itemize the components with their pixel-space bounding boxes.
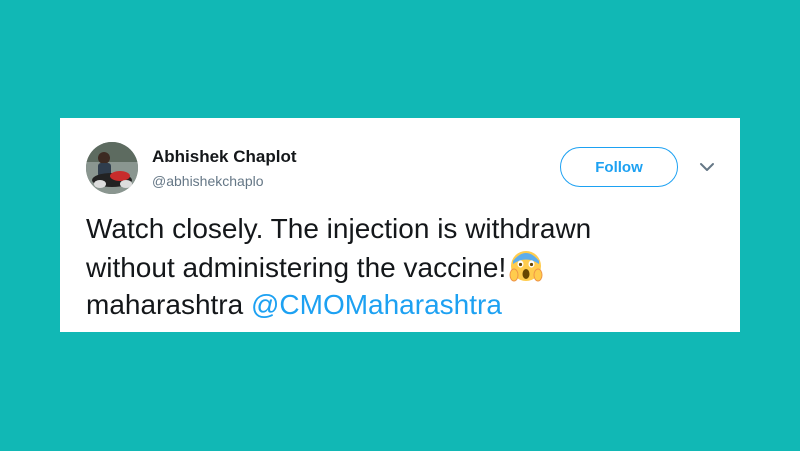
screaming-face-icon [509,251,543,282]
tweet-text-line-2-text: without administering the vaccine! [86,252,507,283]
tweet-text-line-3: maharashtra @CMOMaharashtra [86,286,716,323]
chevron-down-icon[interactable] [698,158,716,176]
avatar[interactable] [86,142,138,194]
tweet-text-line-2: without administering the vaccine! [86,247,716,286]
avatar-image [86,142,138,194]
mention-link[interactable]: @CMOMaharashtra [251,289,502,320]
tweet-text-line-3-prefix: maharashtra [86,289,244,320]
follow-button[interactable]: Follow [560,147,678,187]
tweet-text: Watch closely. The injection is withdraw… [86,210,716,323]
user-handle[interactable]: @abhishekchaplo [152,173,264,189]
tweet-card: Abhishek Chaplot @abhishekchaplo Follow … [60,118,740,332]
tweet-text-line-1: Watch closely. The injection is withdraw… [86,213,592,244]
display-name[interactable]: Abhishek Chaplot [152,147,297,167]
